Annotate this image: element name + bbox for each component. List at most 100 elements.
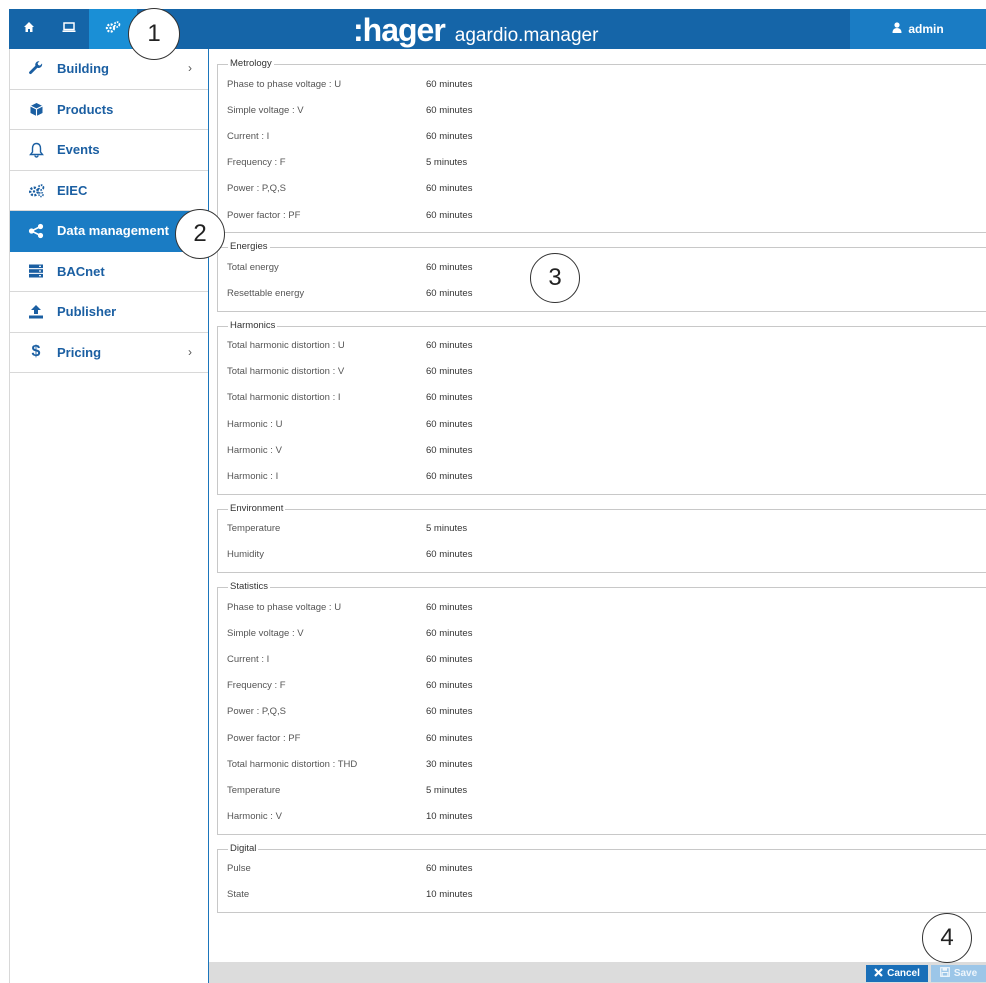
cancel-button[interactable]: Cancel bbox=[866, 965, 928, 982]
setting-row[interactable]: Simple voltage : V 60 minutes bbox=[218, 97, 986, 123]
cancel-label: Cancel bbox=[887, 968, 920, 979]
product-name: agardio.manager bbox=[454, 25, 599, 46]
group-title: Digital bbox=[228, 842, 259, 854]
callout-2: 2 bbox=[175, 209, 225, 259]
setting-value[interactable]: 60 minutes bbox=[426, 79, 472, 90]
setting-row[interactable]: Harmonic : I 60 minutes bbox=[218, 463, 986, 489]
sidebar-item-label: Events bbox=[57, 142, 100, 158]
group-harmonics: Harmonics Total harmonic distortion : U 6… bbox=[217, 319, 986, 495]
callout-1: 1 bbox=[128, 8, 180, 60]
setting-row[interactable]: Phase to phase voltage : U 60 minutes bbox=[218, 71, 986, 97]
setting-value[interactable]: 60 minutes bbox=[426, 706, 472, 717]
setting-value[interactable]: 60 minutes bbox=[426, 445, 472, 456]
save-button[interactable]: Save bbox=[931, 965, 986, 982]
home-button[interactable] bbox=[9, 9, 49, 49]
setting-row[interactable]: Harmonic : V 10 minutes bbox=[218, 804, 986, 830]
close-icon bbox=[874, 967, 887, 980]
setting-row[interactable]: Power : P,Q,S 60 minutes bbox=[218, 176, 986, 202]
setting-label: Harmonic : V bbox=[227, 444, 282, 456]
setting-row[interactable]: Total harmonic distortion : I 60 minutes bbox=[218, 385, 986, 411]
sidebar-item-events[interactable]: Events bbox=[10, 130, 208, 171]
setting-label: Total harmonic distortion : THD bbox=[227, 758, 358, 770]
setting-row[interactable]: Current : I 60 minutes bbox=[218, 646, 986, 672]
data-management-panel: Metrology Phase to phase voltage : U 60 m… bbox=[217, 49, 986, 914]
group-title: Harmonics bbox=[228, 319, 278, 331]
setting-value[interactable]: 60 minutes bbox=[426, 628, 472, 639]
setting-value[interactable]: 60 minutes bbox=[426, 654, 472, 665]
user-menu[interactable]: admin bbox=[850, 9, 986, 49]
setting-row[interactable]: Current : I 60 minutes bbox=[218, 123, 986, 149]
share-icon bbox=[26, 221, 46, 241]
setting-value[interactable]: 10 minutes bbox=[426, 889, 472, 900]
save-label: Save bbox=[953, 968, 978, 979]
setting-row[interactable]: Power factor : PF 60 minutes bbox=[218, 725, 986, 751]
setting-row[interactable]: Total harmonic distortion : THD 30 minute… bbox=[218, 751, 986, 777]
home-icon bbox=[23, 20, 35, 38]
sidebar-item-pricing[interactable]: $ Pricing › bbox=[10, 333, 208, 373]
setting-value[interactable]: 60 minutes bbox=[426, 288, 472, 299]
setting-row[interactable]: Humidity 60 minutes bbox=[218, 542, 986, 568]
setting-row[interactable]: Harmonic : U 60 minutes bbox=[218, 411, 986, 437]
setting-row[interactable]: Power factor : PF 60 minutes bbox=[218, 202, 986, 228]
setting-row[interactable]: Total harmonic distortion : V 60 minutes bbox=[218, 359, 986, 385]
setting-row[interactable]: Harmonic : V 60 minutes bbox=[218, 437, 986, 463]
group-title: Statistics bbox=[228, 581, 271, 592]
setting-label: Current : I bbox=[227, 130, 270, 142]
setting-label: Temperature bbox=[227, 523, 281, 535]
setting-value[interactable]: 60 minutes bbox=[426, 549, 472, 560]
setting-value[interactable]: 60 minutes bbox=[426, 105, 472, 116]
upload-icon bbox=[26, 302, 46, 322]
sidebar-item-bacnet[interactable]: BACnet bbox=[10, 252, 208, 292]
setting-value[interactable]: 60 minutes bbox=[426, 392, 472, 403]
setting-label: Total harmonic distortion : U bbox=[227, 340, 345, 352]
setting-value[interactable]: 60 minutes bbox=[426, 183, 472, 194]
setting-row[interactable]: Resettable energy 60 minutes bbox=[218, 280, 986, 306]
monitor-button[interactable] bbox=[49, 9, 89, 49]
setting-value[interactable]: 60 minutes bbox=[426, 366, 472, 377]
setting-label: Frequency : F bbox=[227, 157, 286, 169]
sidebar-item-eiec[interactable]: EIEC bbox=[10, 171, 208, 211]
setting-value[interactable]: 60 minutes bbox=[426, 733, 472, 744]
setting-label: Simple voltage : V bbox=[227, 627, 304, 639]
setting-row[interactable]: Simple voltage : V 60 minutes bbox=[218, 620, 986, 646]
setting-row[interactable]: Temperature 5 minutes bbox=[218, 516, 986, 542]
setting-value[interactable]: 60 minutes bbox=[426, 262, 472, 273]
setting-row[interactable]: Phase to phase voltage : U 60 minutes bbox=[218, 594, 986, 620]
setting-row[interactable]: Power : P,Q,S 60 minutes bbox=[218, 699, 986, 725]
setting-value[interactable]: 60 minutes bbox=[426, 131, 472, 142]
setting-value[interactable]: 5 minutes bbox=[426, 523, 467, 534]
setting-value[interactable]: 60 minutes bbox=[426, 863, 472, 874]
sidebar-item-label: EIEC bbox=[57, 182, 88, 198]
setting-row[interactable]: Total energy 60 minutes bbox=[218, 254, 986, 280]
sidebar-item-publisher[interactable]: Publisher bbox=[10, 292, 208, 333]
setting-value[interactable]: 60 minutes bbox=[426, 471, 472, 482]
setting-row[interactable]: Pulse 60 minutes bbox=[218, 856, 986, 882]
sidebar-item-building[interactable]: Building › bbox=[10, 49, 208, 90]
setting-row[interactable]: Frequency : F 60 minutes bbox=[218, 673, 986, 699]
setting-label: Current : I bbox=[227, 653, 270, 665]
setting-value[interactable]: 60 minutes bbox=[426, 419, 472, 430]
sidebar-item-label: BACnet bbox=[57, 263, 105, 279]
setting-value[interactable]: 60 minutes bbox=[426, 680, 472, 691]
dollar-icon: $ bbox=[31, 343, 41, 361]
setting-row[interactable]: State 10 minutes bbox=[218, 882, 986, 908]
sidebar-item-label: Building bbox=[57, 61, 109, 77]
group-metrology: Metrology Phase to phase voltage : U 60 m… bbox=[217, 58, 986, 234]
setting-value[interactable]: 60 minutes bbox=[426, 340, 472, 351]
setting-value[interactable]: 10 minutes bbox=[426, 811, 472, 822]
setting-row[interactable]: Frequency : F 5 minutes bbox=[218, 150, 986, 176]
setting-label: Humidity bbox=[227, 549, 264, 561]
wrench-icon bbox=[26, 59, 46, 79]
setting-value[interactable]: 30 minutes bbox=[426, 759, 472, 770]
setting-value[interactable]: 5 minutes bbox=[426, 157, 467, 168]
sidebar-item-products[interactable]: Products bbox=[10, 90, 208, 130]
group-title: Environment bbox=[228, 502, 286, 514]
sidebar-item-label: Products bbox=[57, 101, 114, 117]
setting-value[interactable]: 60 minutes bbox=[426, 602, 472, 613]
setting-value[interactable]: 5 minutes bbox=[426, 785, 467, 796]
floppy-disk-icon bbox=[939, 967, 954, 980]
setting-label: State bbox=[227, 889, 250, 901]
setting-row[interactable]: Total harmonic distortion : U 60 minutes bbox=[218, 333, 986, 359]
setting-row[interactable]: Temperature 5 minutes bbox=[218, 777, 986, 803]
setting-value[interactable]: 60 minutes bbox=[426, 210, 472, 221]
